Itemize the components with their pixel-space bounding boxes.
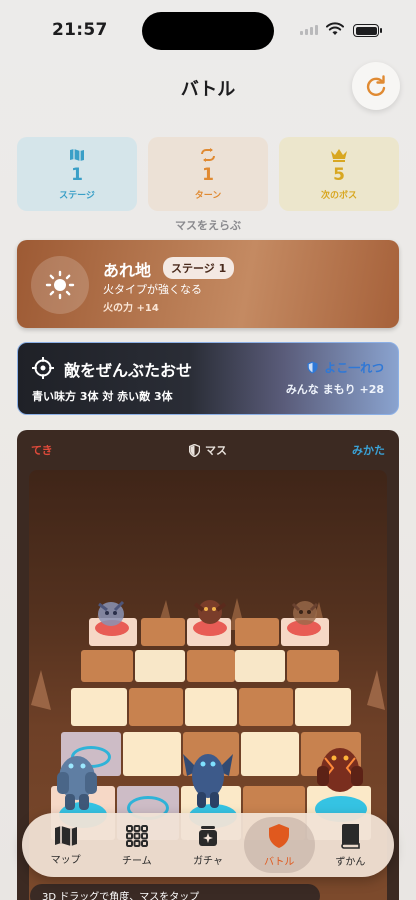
terrain-description: 火タイプが強くなる — [103, 283, 202, 296]
select-tile-hint: マスをえらぶ — [175, 219, 241, 232]
refresh-icon — [366, 75, 386, 96]
gacha-icon — [199, 825, 217, 846]
stat-boss-label: 次のボス — [320, 190, 357, 201]
board-tile[interactable] — [295, 688, 351, 726]
board-tile[interactable] — [239, 688, 293, 726]
ally-monster-3[interactable] — [311, 738, 369, 804]
tab-map[interactable]: マップ — [30, 817, 101, 873]
enemy-side-label: てき — [31, 444, 53, 457]
tab-gacha-label: ガチャ — [193, 855, 223, 867]
board-tile[interactable] — [185, 688, 237, 726]
status-time: 21:57 — [52, 20, 108, 40]
board-tile[interactable] — [287, 650, 339, 682]
board-tile[interactable] — [71, 688, 127, 726]
mission-card: 敵をぜんぶたおせ 青い味方 3体 対 赤い敵 3体 よこ一れつ みんな まもり … — [17, 342, 399, 415]
terrain-name: あれ地 — [103, 261, 152, 280]
battery-icon — [353, 24, 382, 37]
board-tile[interactable] — [235, 618, 279, 646]
map-icon — [54, 825, 77, 846]
shield-icon — [189, 443, 200, 457]
status-bar: 21:57 — [0, 0, 416, 60]
board-tile[interactable] — [241, 732, 299, 776]
drag-tip: 3D ドラッグで角度、マスをタップ — [30, 884, 320, 900]
tab-battle-label: バトル — [264, 856, 295, 868]
board-tile[interactable] — [129, 688, 183, 726]
crown-icon — [331, 148, 347, 162]
terrain-card[interactable]: あれ地 ステージ 1 火タイプが強くなる 火の力 +14 — [17, 240, 399, 328]
tab-map-label: マップ — [50, 854, 81, 866]
shield-icon — [307, 361, 318, 374]
formation-bonus: みんな まもり +28 — [285, 383, 384, 396]
target-icon — [32, 357, 54, 379]
ally-monster-2[interactable] — [179, 742, 237, 810]
grid-icon — [125, 824, 148, 847]
refresh-button[interactable] — [352, 62, 400, 110]
stat-stage-label: ステージ — [59, 190, 95, 201]
formation-name: よこ一れつ — [324, 361, 384, 375]
mission-title: 敵をぜんぶたおせ — [64, 361, 193, 380]
tab-team-label: チーム — [121, 855, 152, 867]
enemy-monster-3[interactable] — [287, 596, 323, 628]
stat-turn-label: ターン — [194, 190, 222, 201]
tab-dex-label: ずかん — [335, 856, 366, 868]
tab-gacha[interactable]: ガチャ — [172, 817, 243, 873]
sun-icon — [31, 256, 89, 314]
board-tile[interactable] — [235, 650, 285, 682]
terrain-bonus: 火の力 +14 — [103, 303, 159, 314]
tab-dex[interactable]: ずかん — [315, 817, 386, 873]
ally-side-label: みかた — [352, 444, 385, 457]
map-icon — [70, 148, 84, 161]
enemy-monster-2[interactable] — [191, 594, 229, 628]
stat-turn: 1 ターン — [148, 137, 268, 211]
mission-teams: 青い味方 3体 対 赤い敵 3体 — [32, 390, 173, 403]
tab-bar: マップ チーム ガチャ バトル ずかん — [22, 813, 394, 877]
repeat-icon — [201, 147, 215, 162]
stat-stage-value: 1 — [71, 164, 83, 185]
signal-icon — [300, 25, 318, 35]
stage-badge: ステージ 1 — [163, 257, 235, 279]
stat-boss-value: 5 — [333, 164, 345, 185]
shield-icon — [269, 823, 290, 848]
wifi-icon — [326, 22, 344, 35]
grid-toggle[interactable]: マス — [189, 442, 227, 458]
stat-boss: 5 次のボス — [279, 137, 399, 211]
enemy-monster-1[interactable] — [93, 596, 129, 630]
tab-battle[interactable]: バトル — [243, 817, 315, 873]
dynamic-island — [142, 12, 274, 50]
board-tile[interactable] — [123, 732, 181, 776]
grid-label: マス — [205, 444, 227, 457]
stat-turn-value: 1 — [202, 164, 214, 185]
board-tile[interactable] — [141, 618, 185, 646]
stat-stage: 1 ステージ — [17, 137, 137, 211]
board-tile[interactable] — [187, 650, 235, 682]
stats-row: 1 ステージ 1 ターン 5 次のボス — [17, 137, 399, 211]
tab-team[interactable]: チーム — [101, 817, 172, 873]
board-tile[interactable] — [81, 650, 133, 682]
board-header: てき マス みかた — [17, 442, 399, 458]
book-icon — [341, 823, 361, 849]
formation-label[interactable]: よこ一れつ — [307, 359, 384, 376]
ally-monster-1[interactable] — [49, 748, 105, 814]
board-tile[interactable] — [135, 650, 185, 682]
